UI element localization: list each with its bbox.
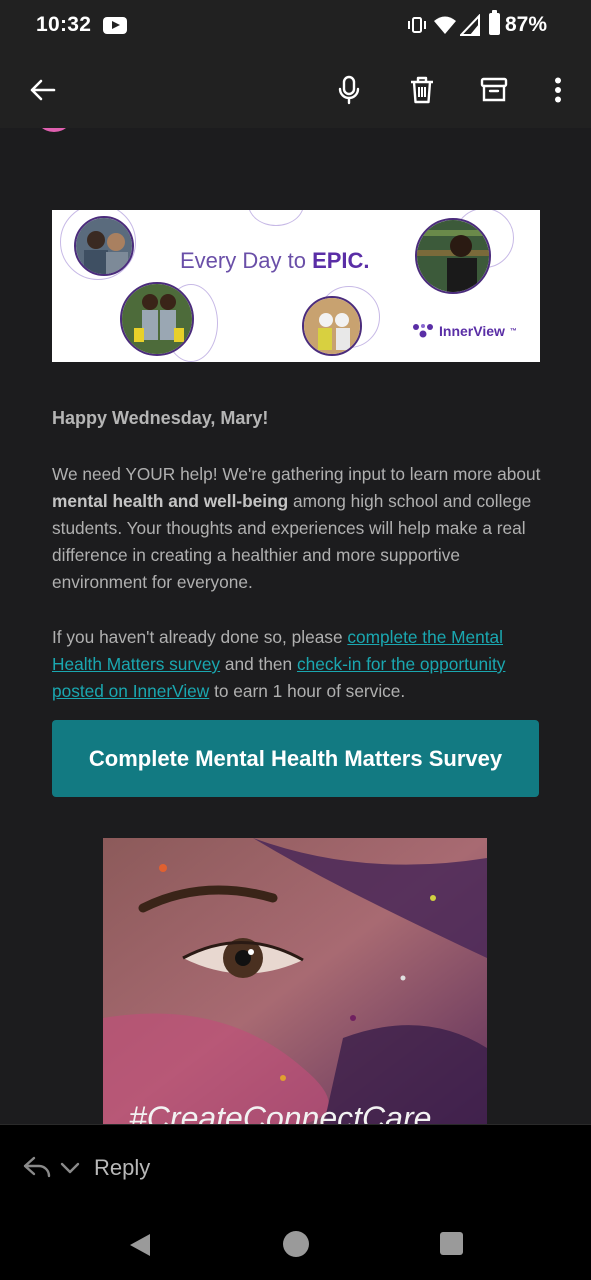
complete-survey-button[interactable]: Complete Mental Health Matters Survey <box>52 720 539 797</box>
nav-recents-icon[interactable] <box>440 1232 463 1255</box>
innerview-logo-icon <box>413 324 433 338</box>
system-nav-bar <box>0 1210 591 1280</box>
volunteer-photo-3 <box>302 296 362 356</box>
chevron-down-icon[interactable] <box>60 1161 80 1179</box>
brand-logo: InnerView ™ <box>412 323 517 339</box>
reply-icon[interactable] <box>22 1155 52 1184</box>
reply-button[interactable]: Reply <box>94 1155 150 1181</box>
signal-icon <box>458 13 480 41</box>
hero-image[interactable]: #CreateConnectCare <box>103 838 487 1124</box>
wifi-icon <box>433 15 457 40</box>
archive-icon[interactable] <box>474 70 514 110</box>
vibrate-icon <box>406 14 428 41</box>
banner-tagline: Every Day to EPIC. <box>180 248 370 274</box>
more-vert-icon[interactable] <box>538 70 578 110</box>
battery-percent: 87% <box>505 13 548 36</box>
para2-text-c: to earn 1 hour of service. <box>214 681 406 701</box>
volunteer-photo-2 <box>120 282 194 356</box>
para2-text-a: If you haven't already done so, please <box>52 627 343 647</box>
nav-back-icon[interactable] <box>128 1232 152 1263</box>
volunteer-photo-4 <box>415 218 491 294</box>
microphone-icon[interactable] <box>329 70 369 110</box>
para1-text-a: We need YOUR help! We're gathering input… <box>52 464 541 484</box>
banner-ring <box>248 210 304 226</box>
status-bar: 10:32 87% <box>0 0 591 52</box>
reply-bar: Reply <box>0 1124 591 1210</box>
tagline-emphasis: EPIC. <box>312 248 370 273</box>
email-banner: Every Day to EPIC. InnerView ™ <box>52 210 540 362</box>
face-photo <box>103 838 487 1124</box>
delete-icon[interactable] <box>402 70 442 110</box>
nav-home-icon[interactable] <box>283 1231 309 1257</box>
hero-caption: #CreateConnectCare <box>129 1100 432 1124</box>
battery-icon <box>489 10 500 35</box>
brand-name: InnerView <box>439 323 505 339</box>
tagline-prefix: Every Day to <box>180 248 306 273</box>
volunteer-photo-1 <box>74 216 134 276</box>
back-arrow-icon[interactable] <box>22 70 62 110</box>
greeting: Happy Wednesday, Mary! <box>52 408 269 428</box>
youtube-icon <box>103 17 127 34</box>
email-body: Every Day to EPIC. InnerView ™ Happy Wedn… <box>0 128 591 1124</box>
para2-text-b: and then <box>224 654 293 674</box>
instructions-paragraph: If you haven't already done so, please c… <box>52 624 542 705</box>
status-time: 10:32 <box>36 13 92 36</box>
para1-bold: mental health and well-being <box>52 491 289 511</box>
trademark: ™ <box>509 327 517 335</box>
email-toolbar <box>0 52 591 128</box>
intro-paragraph: We need YOUR help! We're gathering input… <box>52 461 542 596</box>
sender-avatar[interactable] <box>34 128 74 132</box>
